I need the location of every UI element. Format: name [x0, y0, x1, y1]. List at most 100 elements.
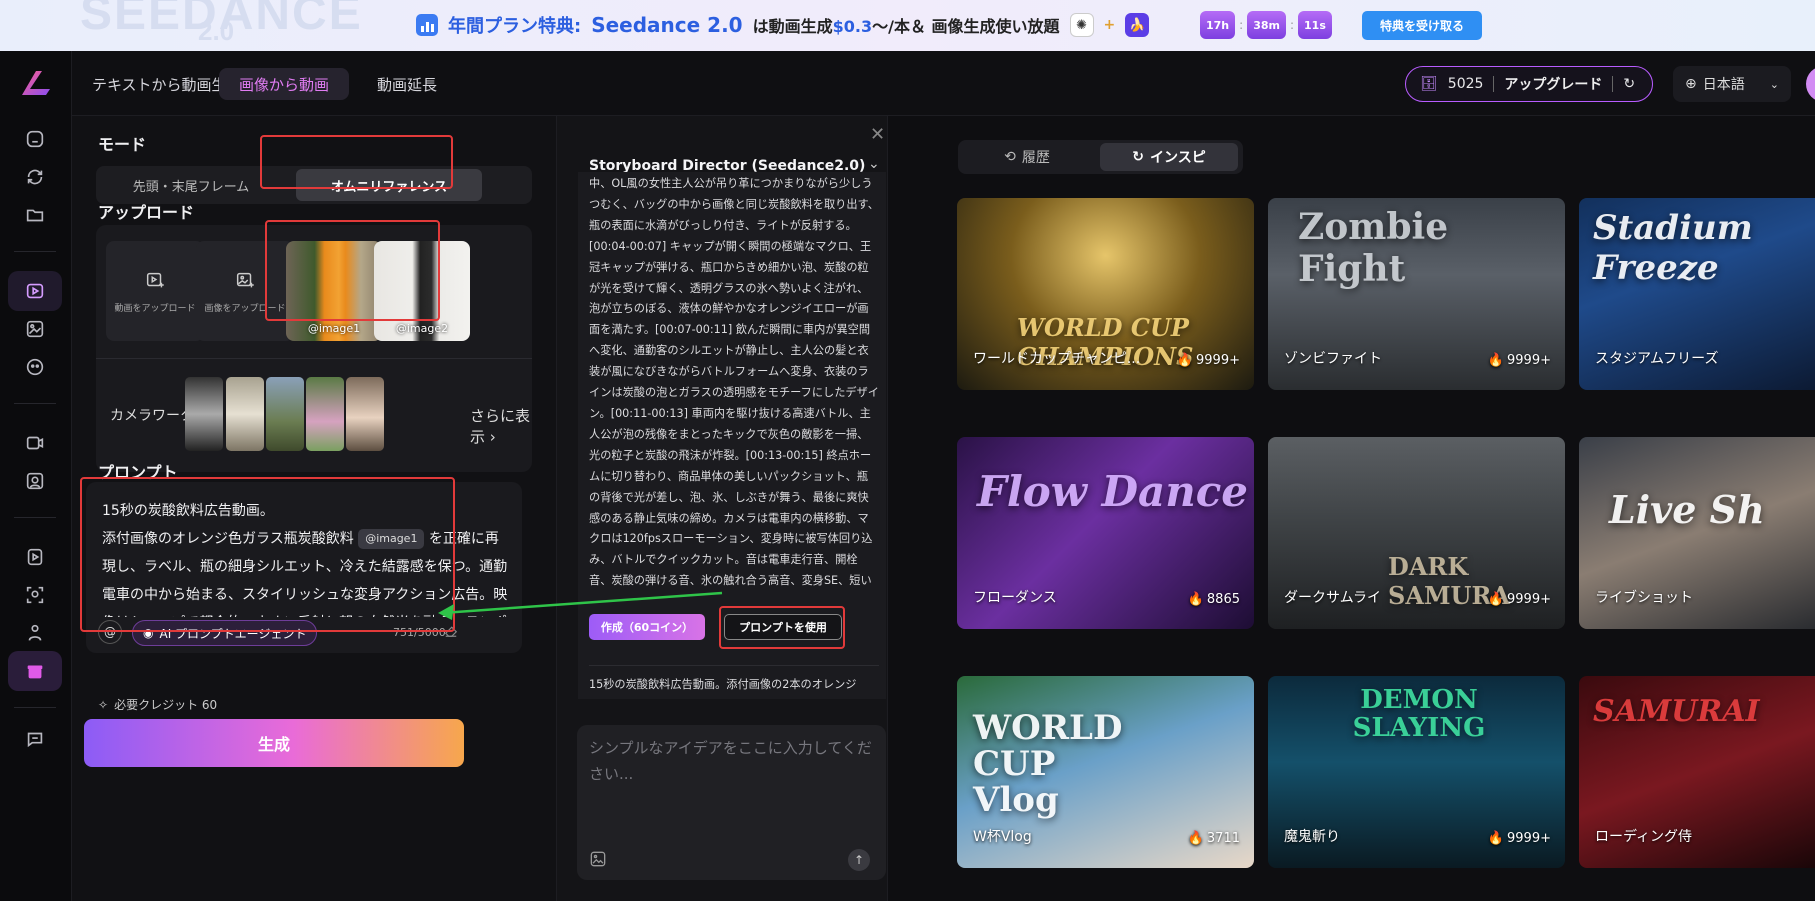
- photo-icon[interactable]: [8, 461, 62, 501]
- inspiration-gallery: ⟲ 履歴 ↻ インスピ WORLD CUP CHAMPIONS ワールドカップチャン…: [888, 116, 1815, 901]
- image-to-video-icon[interactable]: [8, 271, 62, 311]
- attach-image-icon[interactable]: [588, 849, 608, 869]
- sparkle-icon: ✧: [98, 697, 109, 712]
- tab-history[interactable]: ⟲ 履歴: [962, 143, 1092, 171]
- upload-title: アップロード: [98, 203, 195, 222]
- promo-text-a: は動画生成: [752, 17, 833, 36]
- credit-requirement: ✧ 必要クレジット 60: [98, 697, 218, 713]
- language-select[interactable]: ⊕ 日本語 ⌄: [1673, 66, 1791, 102]
- tab-image-to-video[interactable]: 画像から動画: [219, 68, 350, 100]
- highlight-box-images: [265, 220, 440, 321]
- gallery-tile[interactable]: Stadium Freeze スタジアムフリーズ: [1579, 198, 1815, 390]
- tile-title: スタジアムフリーズ: [1595, 351, 1719, 367]
- tile-likes: 🔥 9999+: [1487, 831, 1551, 846]
- app-logo-icon[interactable]: [18, 67, 54, 99]
- tile-title: ローディング侍: [1595, 829, 1693, 845]
- banana-logo-icon: 🍌: [1125, 13, 1150, 37]
- refresh-icon[interactable]: [8, 157, 62, 197]
- camera-preset[interactable]: [306, 377, 344, 451]
- gallery-tile[interactable]: WORLD CUP CHAMPIONS ワールドカップチャンピ... 🔥 9999…: [957, 198, 1254, 390]
- claim-offer-button[interactable]: 特典を受け取る: [1362, 11, 1483, 40]
- upload-video-icon: [146, 272, 164, 287]
- camera-work-row: カメラワーク さらに表示 ›: [96, 358, 532, 472]
- refresh-icon[interactable]: ↻: [1623, 76, 1635, 92]
- close-icon[interactable]: ✕: [870, 124, 885, 145]
- gift-icon[interactable]: [8, 651, 62, 691]
- home-icon[interactable]: [8, 119, 62, 159]
- tile-title: W杯Vlog: [973, 829, 1032, 845]
- countdown-hours: 17h: [1200, 11, 1236, 39]
- promo-text-b: 〜/本＆ 画像生成使い放題: [872, 17, 1060, 36]
- top-nav: テキストから動画生成 画像から動画 動画延長 🗄 5025 アップグレード ↻ …: [72, 51, 1815, 116]
- create-button[interactable]: 作成（60コイン）: [589, 614, 705, 640]
- gallery-tile[interactable]: Zombie Fight ゾンビファイト 🔥 9999+: [1268, 198, 1565, 390]
- storyboard-text-next: 15秒の炭酸飲料広告動画。添付画像の2本のオレンジ: [589, 678, 857, 691]
- upload-video-button[interactable]: 動画をアップロード: [106, 241, 204, 341]
- promo-price: $0.3: [832, 17, 873, 36]
- highlight-box-prompt: [80, 477, 455, 632]
- avatar[interactable]: [1806, 66, 1815, 102]
- folder-icon[interactable]: [8, 195, 62, 235]
- promo-plus: +: [1103, 17, 1116, 33]
- gallery-tile[interactable]: Flow Dance フローダンス 🔥 8865: [957, 437, 1254, 629]
- gallery-tile[interactable]: SAMURAI ローディング侍: [1579, 676, 1815, 868]
- tile-title: フローダンス: [973, 590, 1057, 606]
- upload-video-label: 動画をアップロード: [114, 303, 196, 314]
- send-button[interactable]: ↑: [848, 849, 870, 871]
- tile-title: ゾンビファイト: [1284, 351, 1382, 367]
- video-icon[interactable]: [8, 423, 62, 463]
- flame-icon: 🔥: [1187, 831, 1204, 846]
- openai-logo-icon: ✺: [1069, 13, 1094, 37]
- storyboard-text: 中、OL風の女性主人公が吊り革につかまりながら少しうつむく、バッグの中から画像と…: [589, 177, 879, 588]
- tile-likes: 🔥 9999+: [1487, 592, 1551, 607]
- face-scan-icon[interactable]: [8, 575, 62, 615]
- show-more-button[interactable]: さらに表示 ›: [470, 405, 532, 447]
- camera-preset[interactable]: [185, 377, 223, 451]
- storyboard-card: 中、OL風の女性主人公が吊り革につかまりながら少しうつむく、バッグの中から画像と…: [578, 172, 886, 699]
- generate-button[interactable]: 生成: [84, 719, 464, 767]
- camera-preset[interactable]: [226, 377, 264, 451]
- image-edit-icon[interactable]: [8, 309, 62, 349]
- banner-watermark-version: 2.0: [198, 16, 235, 46]
- tile-title: ワールドカップチャンピ...: [973, 351, 1141, 367]
- tile-title: ライブショット: [1595, 590, 1693, 606]
- idea-input-box[interactable]: シンプルなアイデアをここに入力してください... ↑: [577, 725, 886, 880]
- gallery-tile[interactable]: WORLD CUP Vlog W杯Vlog 🔥 3711: [957, 676, 1254, 868]
- promo-product: Seedance 2.0: [591, 13, 743, 37]
- chevron-down-icon[interactable]: ⌄: [868, 156, 880, 172]
- video-play-icon[interactable]: [8, 537, 62, 577]
- image-1-tag: @image1: [307, 322, 361, 335]
- mode-first-last-frame[interactable]: 先頭・末尾フレーム: [100, 169, 282, 201]
- history-icon: ⟲: [1004, 149, 1016, 165]
- countdown-seconds: 11s: [1298, 11, 1332, 39]
- gallery-tile[interactable]: Live Sh ライブショット: [1579, 437, 1815, 629]
- camera-preset[interactable]: [346, 377, 384, 451]
- gallery-tile[interactable]: DEMON SLAYING 魔鬼斬り 🔥 9999+: [1268, 676, 1565, 868]
- globe-icon: ⊕: [1685, 76, 1697, 92]
- flame-icon: 🔥: [1487, 353, 1505, 368]
- tile-title: 魔鬼斬り: [1284, 829, 1340, 845]
- camera-preset[interactable]: [266, 377, 304, 451]
- avatar-icon[interactable]: [8, 347, 62, 387]
- language-label: 日本語: [1702, 77, 1745, 93]
- idea-placeholder: シンプルなアイデアをここに入力してください...: [589, 739, 872, 783]
- tile-likes: 🔥 9999+: [1176, 353, 1240, 368]
- flame-icon: 🔥: [1176, 353, 1194, 368]
- upload-image-icon: [236, 272, 254, 287]
- gallery-tile[interactable]: DARK SAMURA ダークサムライ 🔥 9999+: [1268, 437, 1565, 629]
- mode-title: モード: [98, 135, 147, 154]
- tab-inspiration[interactable]: ↻ インスピ: [1100, 143, 1238, 171]
- promo-message: 年間プラン特典: Seedance 2.0 は動画生成$0.3〜/本＆ 画像生成…: [416, 12, 1150, 38]
- generation-panel: モード 先頭・末尾フレーム オムニリファレンス アップロード 動画をアップロード…: [72, 116, 557, 901]
- chart-bars-icon: [416, 14, 438, 36]
- highlight-box-use-prompt: [719, 606, 845, 649]
- credits-pill[interactable]: 🗄 5025 アップグレード ↻: [1405, 66, 1653, 102]
- highlight-box-mode: [260, 135, 453, 189]
- flame-icon: 🔥: [1187, 592, 1204, 607]
- credit-balance: 5025: [1447, 76, 1484, 92]
- chat-icon[interactable]: [8, 719, 62, 759]
- tab-video-extend[interactable]: 動画延長: [357, 68, 457, 100]
- tile-likes: 🔥 8865: [1187, 592, 1240, 607]
- character-icon[interactable]: [8, 613, 62, 653]
- upgrade-button[interactable]: アップグレード: [1504, 74, 1602, 94]
